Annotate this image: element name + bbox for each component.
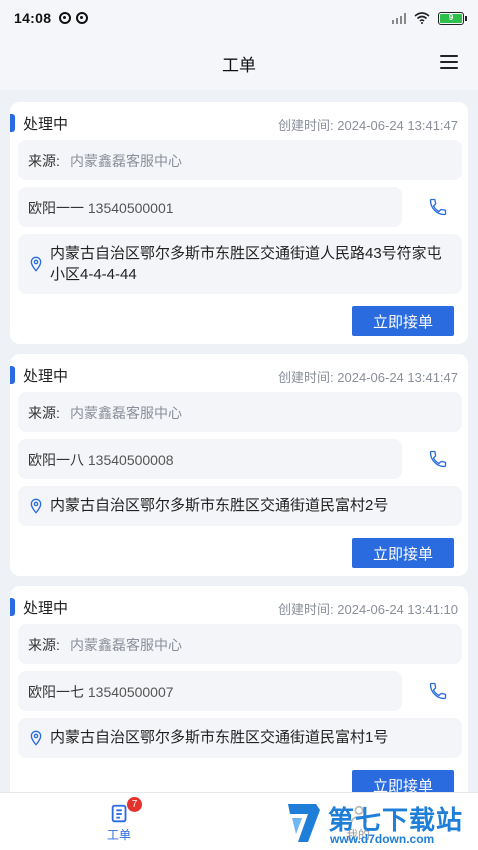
address-text: 内蒙古自治区鄂尔多斯市东胜区交通街道人民路43号符家屯小区4-4-4-44 (50, 245, 442, 283)
status-app-icons (59, 12, 89, 24)
source-label: 来源: (28, 637, 60, 653)
status-bar: 14:08 9 (0, 0, 478, 36)
order-status: 处理中 (23, 368, 69, 385)
tab-orders-label: 工单 (106, 828, 131, 842)
source-value: 内蒙鑫磊客服中心 (70, 405, 182, 421)
source-row: 来源: 内蒙鑫磊客服中心 (18, 392, 462, 432)
address-row: 内蒙古自治区鄂尔多斯市东胜区交通街道民富村1号 (18, 718, 462, 758)
tab-orders[interactable]: 7 工单 (79, 793, 159, 850)
call-button[interactable] (418, 439, 458, 479)
source-row: 来源: 内蒙鑫磊客服中心 (18, 624, 462, 664)
wifi-icon (414, 12, 430, 24)
accept-order-button[interactable]: 立即接单 (352, 306, 454, 336)
order-card: 处理中 创建时间: 2024-06-24 13:41:10 来源: 内蒙鑫磊客服… (10, 586, 468, 808)
watermark-url: www.d7down.com (330, 832, 435, 846)
source-row: 来源: 内蒙鑫磊客服中心 (18, 140, 462, 180)
created-time: 创建时间: 2024-06-24 13:41:47 (278, 118, 458, 133)
contact-info: 欧阳一八 13540500008 (28, 452, 174, 468)
location-pin-icon (30, 730, 42, 746)
phone-icon (429, 450, 447, 468)
card-header: 处理中 创建时间: 2024-06-24 13:41:47 (10, 112, 468, 134)
contact-row: 欧阳一八 13540500008 (18, 439, 402, 479)
status-indicators: 9 (391, 11, 467, 25)
created-time: 创建时间: 2024-06-24 13:41:47 (278, 370, 458, 385)
phone-icon (429, 682, 447, 700)
menu-icon[interactable] (440, 55, 458, 69)
status-indicator (10, 366, 15, 384)
call-button[interactable] (418, 187, 458, 227)
contact-info: 欧阳一一 13540500001 (28, 200, 174, 216)
status-time: 14:08 (14, 10, 52, 26)
contact-row: 欧阳一七 13540500007 (18, 671, 402, 711)
address-row: 内蒙古自治区鄂尔多斯市东胜区交通街道民富村2号 (18, 486, 462, 526)
page-title: 工单 (222, 55, 256, 75)
source-value: 内蒙鑫磊客服中心 (70, 153, 182, 169)
watermark-logo-icon (288, 804, 320, 842)
address-text: 内蒙古自治区鄂尔多斯市东胜区交通街道民富村1号 (50, 729, 389, 746)
site-watermark: 第七下载站 www.d7down.com (282, 796, 478, 850)
accept-order-button[interactable]: 立即接单 (352, 538, 454, 568)
source-label: 来源: (28, 153, 60, 169)
card-header: 处理中 创建时间: 2024-06-24 13:41:47 (10, 364, 468, 386)
app-header: 工单 (0, 36, 478, 90)
notification-badge: 7 (127, 797, 142, 812)
source-value: 内蒙鑫磊客服中心 (70, 637, 182, 653)
card-header: 处理中 创建时间: 2024-06-24 13:41:10 (10, 596, 468, 618)
app-notification-icon (59, 12, 72, 24)
phone-icon (429, 198, 447, 216)
order-status: 处理中 (23, 116, 69, 133)
source-label: 来源: (28, 405, 60, 421)
order-card: 处理中 创建时间: 2024-06-24 13:41:47 来源: 内蒙鑫磊客服… (10, 102, 468, 344)
battery-icon: 9 (438, 11, 467, 25)
location-pin-icon (30, 498, 42, 514)
address-row: 内蒙古自治区鄂尔多斯市东胜区交通街道人民路43号符家屯小区4-4-4-44 (18, 234, 462, 294)
order-card: 处理中 创建时间: 2024-06-24 13:41:47 来源: 内蒙鑫磊客服… (10, 354, 468, 576)
app-notification-icon (76, 12, 89, 24)
order-status: 处理中 (23, 600, 69, 617)
created-time: 创建时间: 2024-06-24 13:41:10 (278, 602, 458, 617)
signal-icon (391, 12, 406, 24)
call-button[interactable] (418, 671, 458, 711)
address-text: 内蒙古自治区鄂尔多斯市东胜区交通街道民富村2号 (50, 497, 389, 514)
battery-level: 9 (440, 13, 462, 23)
status-indicator (10, 114, 15, 132)
contact-info: 欧阳一七 13540500007 (28, 684, 174, 700)
status-indicator (10, 598, 15, 616)
location-pin-icon (30, 256, 42, 272)
contact-row: 欧阳一一 13540500001 (18, 187, 402, 227)
